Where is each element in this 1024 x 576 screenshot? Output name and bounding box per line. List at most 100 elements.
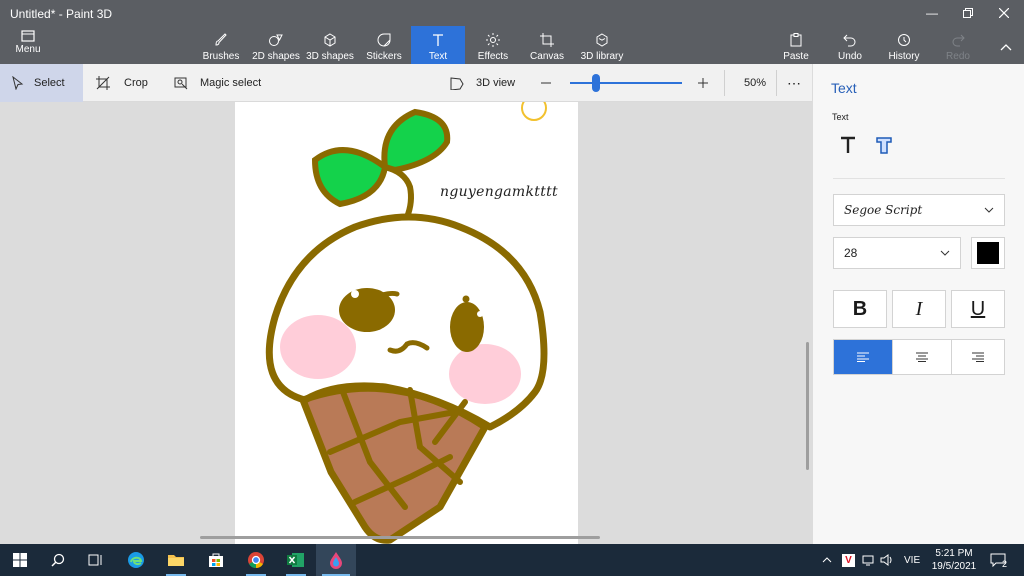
notification-count: 2: [1002, 559, 1008, 569]
start-button[interactable]: [0, 544, 40, 576]
tool-canvas[interactable]: Canvas: [528, 26, 566, 64]
underline-button[interactable]: U: [951, 290, 1005, 328]
underline-icon: U: [970, 297, 986, 320]
3d-view-icon: [450, 77, 464, 90]
close-icon: [999, 8, 1009, 18]
tool-brushes[interactable]: Brushes: [201, 26, 241, 64]
minimize-button[interactable]: —: [914, 2, 950, 24]
left-eye-highlight: [351, 290, 359, 298]
zoom-slider-track[interactable]: [570, 82, 682, 84]
edge-icon: [128, 552, 144, 568]
taskbar-search-button[interactable]: [38, 544, 78, 576]
magic-select-button[interactable]: Magic select: [174, 64, 261, 102]
more-options-button[interactable]: ⋯: [787, 64, 801, 102]
chevron-down-icon: [940, 250, 950, 256]
2d-text-button[interactable]: [835, 132, 861, 158]
chrome-app[interactable]: [236, 544, 276, 576]
history-button[interactable]: History: [884, 26, 924, 64]
tool-stickers[interactable]: Stickers: [364, 26, 404, 64]
menu-button[interactable]: Menu: [8, 30, 48, 60]
paste-button[interactable]: Paste: [778, 26, 814, 64]
crop-button[interactable]: Crop: [96, 64, 148, 102]
2d-text-icon: [841, 136, 855, 153]
right-eye: [450, 302, 484, 352]
store-app[interactable]: [196, 544, 236, 576]
align-center-button[interactable]: [892, 339, 952, 375]
italic-icon: I: [915, 297, 923, 320]
canvas-workspace[interactable]: [0, 102, 812, 544]
select-button[interactable]: Select: [0, 64, 83, 102]
tool-effects[interactable]: Effects: [474, 26, 512, 64]
vivaldi-tray-icon: V: [842, 553, 855, 567]
chrome-icon: [248, 552, 264, 569]
3d-text-button[interactable]: [871, 132, 897, 158]
text-panel: Text Text Segoe Script 28 B I U: [812, 64, 1024, 544]
undo-icon: [843, 34, 856, 47]
tool-3d-library[interactable]: 3D library: [578, 26, 626, 64]
chevron-up-icon: [822, 557, 832, 563]
excel-app[interactable]: [276, 544, 316, 576]
collapse-ribbon-button[interactable]: [988, 36, 1024, 58]
3d-shapes-icon: [324, 33, 336, 47]
vertical-scrollbar[interactable]: [806, 342, 809, 470]
task-view-button[interactable]: [76, 544, 116, 576]
zoom-slider-thumb[interactable]: [592, 74, 600, 92]
bold-button[interactable]: B: [833, 290, 887, 328]
font-size-dropdown[interactable]: 28: [833, 237, 961, 269]
zoom-level[interactable]: 50%: [744, 64, 766, 102]
selection-toolbar: Select Crop Magic select 3D view 50% ⋯: [0, 64, 812, 102]
file-explorer-app[interactable]: [156, 544, 196, 576]
tool-text[interactable]: Text: [411, 26, 465, 64]
undo-button[interactable]: Undo: [832, 26, 868, 64]
volume-tray[interactable]: [880, 544, 894, 576]
redo-icon: [952, 34, 965, 47]
canvas-text[interactable]: nguyengamktttt: [440, 184, 558, 200]
3d-view-button[interactable]: 3D view: [450, 64, 515, 102]
canvas-icon: [540, 33, 554, 47]
italic-button[interactable]: I: [892, 290, 946, 328]
history-icon: [898, 34, 910, 46]
tool-label: 3D shapes: [306, 51, 354, 62]
windows-start-icon: [13, 553, 27, 567]
divider: [833, 178, 1005, 179]
tool-label: Text: [428, 51, 448, 62]
align-right-button[interactable]: [951, 339, 1005, 375]
panel-title: Text: [831, 80, 857, 96]
edge-app[interactable]: [116, 544, 156, 576]
zoom-in-button[interactable]: [697, 64, 709, 102]
tray-app-icon[interactable]: V: [842, 544, 855, 576]
network-tray[interactable]: [862, 544, 874, 576]
language-indicator[interactable]: VIE: [904, 544, 920, 576]
cursor-icon: [12, 76, 24, 90]
tool-2d-shapes[interactable]: 2D shapes: [251, 26, 301, 64]
paint3d-app[interactable]: [316, 544, 356, 576]
chevron-down-icon: [984, 207, 994, 213]
tool-label: Undo: [838, 51, 862, 62]
show-hidden-icons[interactable]: [822, 544, 832, 576]
align-left-button[interactable]: [833, 339, 893, 375]
align-right-icon: [972, 352, 984, 362]
ice-cream-drawing: [265, 102, 548, 544]
brush-icon: [215, 33, 227, 46]
font-family-dropdown[interactable]: Segoe Script: [833, 194, 1005, 226]
zoom-out-button[interactable]: [540, 64, 552, 102]
maximize-button[interactable]: [950, 2, 986, 24]
left-eyelash: [372, 290, 400, 300]
3d-library-icon: [596, 33, 608, 47]
horizontal-scrollbar[interactable]: [200, 536, 600, 539]
bold-icon: B: [852, 297, 868, 320]
restore-icon: [963, 8, 973, 18]
magic-select-label: Magic select: [200, 77, 262, 89]
drawing-canvas[interactable]: [235, 102, 578, 544]
redo-button[interactable]: Redo: [940, 26, 976, 64]
clock[interactable]: 5:21 PM 19/5/2021: [922, 547, 986, 573]
notifications-button[interactable]: 2: [990, 544, 1007, 576]
rotate-handle-icon[interactable]: [521, 102, 547, 121]
close-button[interactable]: [986, 2, 1022, 24]
tool-3d-shapes[interactable]: 3D shapes: [305, 26, 355, 64]
text-color-picker[interactable]: [971, 237, 1005, 269]
tool-label: Brushes: [202, 51, 240, 62]
taskbar: V VIE 5:21 PM 19/5/2021 2: [0, 544, 1024, 576]
crop-icon: [96, 76, 110, 90]
zoom-value: 50%: [744, 77, 767, 89]
